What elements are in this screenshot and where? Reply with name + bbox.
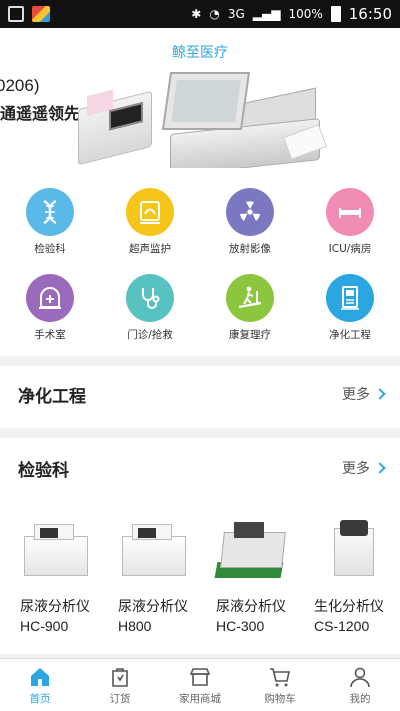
section-title: 净化工程 bbox=[18, 386, 86, 407]
category-grid: 检验科 超声监护 放射影像 ICU/病房 手术室 门诊/抢救 康复理疗 净化工程 bbox=[0, 168, 400, 356]
nav-profile[interactable]: 我的 bbox=[320, 659, 400, 711]
banner-model-text: 0206) bbox=[0, 76, 40, 95]
shop-icon bbox=[189, 668, 211, 686]
page-title: 鲸至医疗 bbox=[172, 45, 228, 61]
notification-icon bbox=[8, 6, 24, 22]
product-name: 尿液分析仪 bbox=[216, 599, 286, 615]
cart-icon bbox=[270, 668, 290, 687]
category-purification[interactable]: 净化工程 bbox=[300, 274, 400, 360]
bluetooth-icon: ✱ bbox=[191, 7, 202, 21]
category-icu[interactable]: ICU/病房 bbox=[300, 188, 400, 274]
category-lab[interactable]: 检验科 bbox=[0, 188, 100, 274]
radiation-icon bbox=[226, 188, 274, 236]
category-label: ICU/病房 bbox=[328, 243, 372, 255]
nav-label: 订货 bbox=[109, 693, 131, 705]
product-model: H800 bbox=[118, 618, 152, 634]
category-label: 康复理疗 bbox=[229, 329, 271, 341]
biochemical-analyzer-image bbox=[314, 498, 396, 598]
product-model: HC-900 bbox=[20, 618, 69, 634]
category-ultrasound[interactable]: 超声监护 bbox=[100, 188, 200, 274]
category-label: 净化工程 bbox=[329, 329, 371, 341]
category-label: 检验科 bbox=[34, 243, 66, 255]
bottom-nav: 首页 订货 家用商城 购物车 我的 bbox=[0, 658, 400, 711]
category-label: 手术室 bbox=[34, 329, 66, 341]
battery-icon bbox=[330, 6, 341, 22]
wifi-icon: ◔ bbox=[209, 7, 220, 21]
stethoscope-icon bbox=[126, 274, 174, 322]
nav-label: 家用商城 bbox=[179, 693, 221, 705]
purification-icon bbox=[326, 274, 374, 322]
signal-icon: ▂▄▆ bbox=[252, 7, 281, 21]
network-type-label: 3G bbox=[227, 7, 245, 21]
nav-order[interactable]: 订货 bbox=[80, 659, 160, 711]
section-title: 检验科 bbox=[18, 460, 69, 481]
battery-percent: 100% bbox=[288, 7, 323, 21]
product-name: 生化分析仪 bbox=[314, 599, 384, 615]
product-model: HC-300 bbox=[216, 618, 265, 634]
category-outpatient[interactable]: 门诊/抢救 bbox=[100, 274, 200, 360]
app-notification-icon bbox=[32, 6, 50, 22]
surgery-icon bbox=[26, 274, 74, 322]
home-icon bbox=[31, 668, 49, 686]
banner-slogan-text: 通遥遥领先 bbox=[0, 104, 81, 123]
category-surgery[interactable]: 手术室 bbox=[0, 274, 100, 360]
bed-icon bbox=[326, 188, 374, 236]
more-link[interactable]: 更多 bbox=[342, 458, 386, 478]
product-name: 尿液分析仪 bbox=[20, 599, 90, 615]
product-list: 尿液分析仪 HC-900 尿液分析仪 H800 尿液分析仪 HC-300 生化分… bbox=[0, 498, 400, 636]
header-banner: 鲸至医疗 0206) 通遥遥领先 bbox=[0, 28, 400, 168]
ultrasound-device-image bbox=[161, 72, 327, 168]
order-icon bbox=[112, 668, 128, 687]
category-label: 放射影像 bbox=[229, 243, 271, 255]
ecg-device-image bbox=[78, 89, 152, 166]
purification-section: 净化工程 更多 bbox=[0, 366, 400, 428]
nav-label: 我的 bbox=[349, 693, 371, 705]
chevron-right-icon bbox=[374, 462, 386, 474]
product-card[interactable]: 尿液分析仪 HC-900 bbox=[4, 498, 102, 636]
user-icon bbox=[350, 667, 370, 688]
category-radiology[interactable]: 放射影像 bbox=[200, 188, 300, 274]
nav-shop[interactable]: 家用商城 bbox=[160, 659, 240, 711]
ultrasound-icon bbox=[126, 188, 174, 236]
nav-home[interactable]: 首页 bbox=[0, 659, 80, 711]
product-name: 尿液分析仪 bbox=[118, 599, 188, 615]
dna-icon bbox=[26, 188, 74, 236]
product-model: CS-1200 bbox=[314, 618, 370, 634]
status-bar: ✱ ◔ 3G ▂▄▆ 100% 16:50 bbox=[0, 0, 400, 28]
category-label: 门诊/抢救 bbox=[127, 329, 173, 341]
nav-cart[interactable]: 购物车 bbox=[240, 659, 320, 711]
chevron-right-icon bbox=[374, 388, 386, 400]
lab-section: 检验科 更多 尿液分析仪 HC-900 尿液分析仪 H800 尿液分析仪 HC-… bbox=[0, 438, 400, 654]
more-label: 更多 bbox=[342, 461, 370, 477]
more-label: 更多 bbox=[342, 387, 370, 403]
product-card[interactable]: 生化分析仪 CS-1200 bbox=[298, 498, 396, 636]
product-card[interactable]: 尿液分析仪 H800 bbox=[102, 498, 200, 636]
more-link[interactable]: 更多 bbox=[342, 384, 386, 404]
urine-analyzer-image bbox=[118, 498, 200, 598]
category-label: 超声监护 bbox=[129, 243, 171, 255]
category-rehab[interactable]: 康复理疗 bbox=[200, 274, 300, 360]
product-card[interactable]: 尿液分析仪 HC-300 bbox=[200, 498, 298, 636]
nav-label: 购物车 bbox=[264, 693, 296, 705]
clock: 16:50 bbox=[348, 5, 392, 23]
nav-label: 首页 bbox=[29, 693, 51, 705]
urine-analyzer-image bbox=[20, 498, 102, 598]
urine-analyzer-image bbox=[214, 498, 298, 598]
treadmill-icon bbox=[226, 274, 274, 322]
